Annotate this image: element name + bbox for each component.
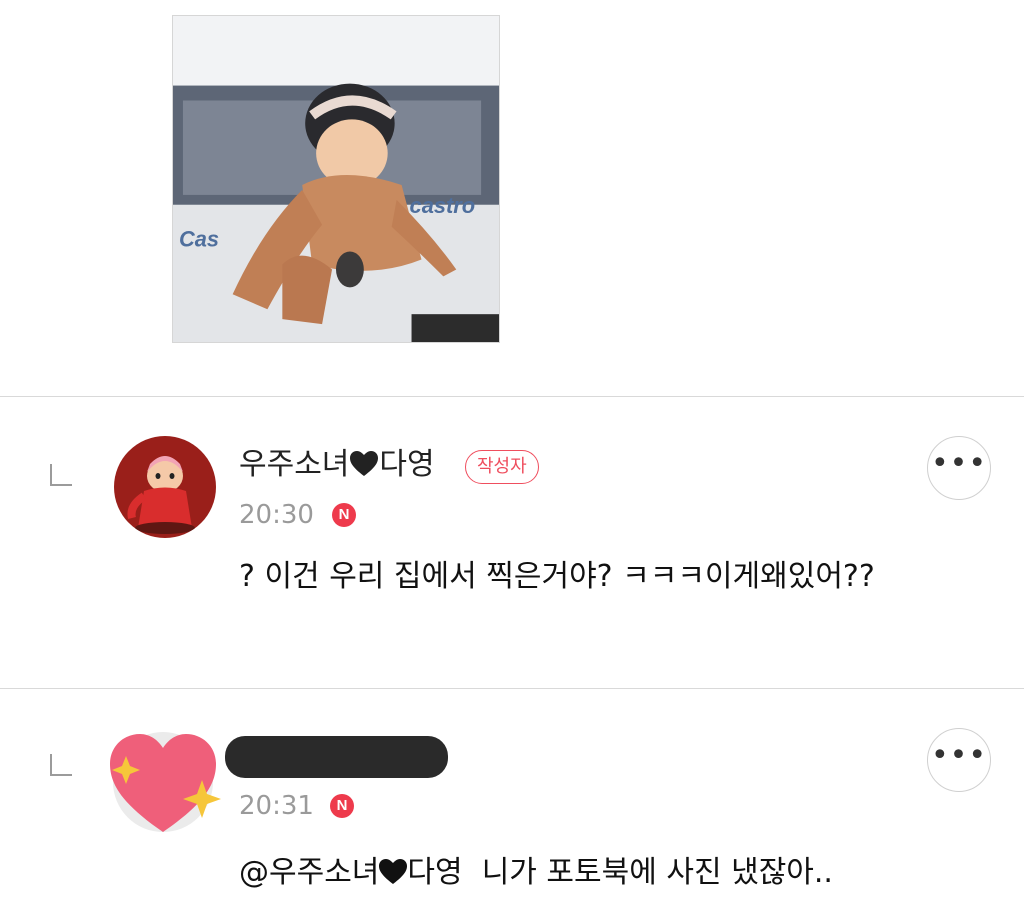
photo-image: Cas castro [173, 16, 499, 342]
divider [0, 396, 1024, 397]
svg-text:castro: castro [410, 193, 476, 218]
author-name[interactable] [225, 736, 448, 778]
new-badge: N [332, 503, 356, 527]
post-photo[interactable]: Cas castro [172, 15, 500, 343]
heart-sparkle-avatar-icon [110, 732, 221, 832]
author-name[interactable]: 우주소녀 다영 [239, 447, 435, 483]
comment-time: 20:31 [239, 791, 314, 821]
avatar[interactable] [104, 728, 222, 836]
heart-icon [379, 859, 408, 884]
mention[interactable]: @우주소녀 다영 [239, 855, 463, 890]
svg-text:Cas: Cas [179, 227, 219, 252]
new-badge: N [330, 794, 354, 818]
reply-indicator-icon [50, 754, 72, 776]
heart-icon [350, 451, 379, 476]
divider [0, 688, 1024, 689]
comment-text: @우주소녀 다영 니가 포토북에 사진 냈잖아.. [239, 855, 833, 890]
author-badge: 작성자 [465, 450, 539, 484]
avatar[interactable] [114, 436, 216, 538]
more-options-button[interactable]: ••• [927, 728, 991, 792]
character-avatar-icon [114, 436, 216, 538]
more-options-button[interactable]: ••• [927, 436, 991, 500]
reply-indicator-icon [50, 464, 72, 486]
comment-time: 20:30 [239, 500, 314, 530]
comment-text: ? 이건 우리 집에서 찍은거야? ㅋㅋㅋ이게왜있어?? [239, 559, 875, 594]
